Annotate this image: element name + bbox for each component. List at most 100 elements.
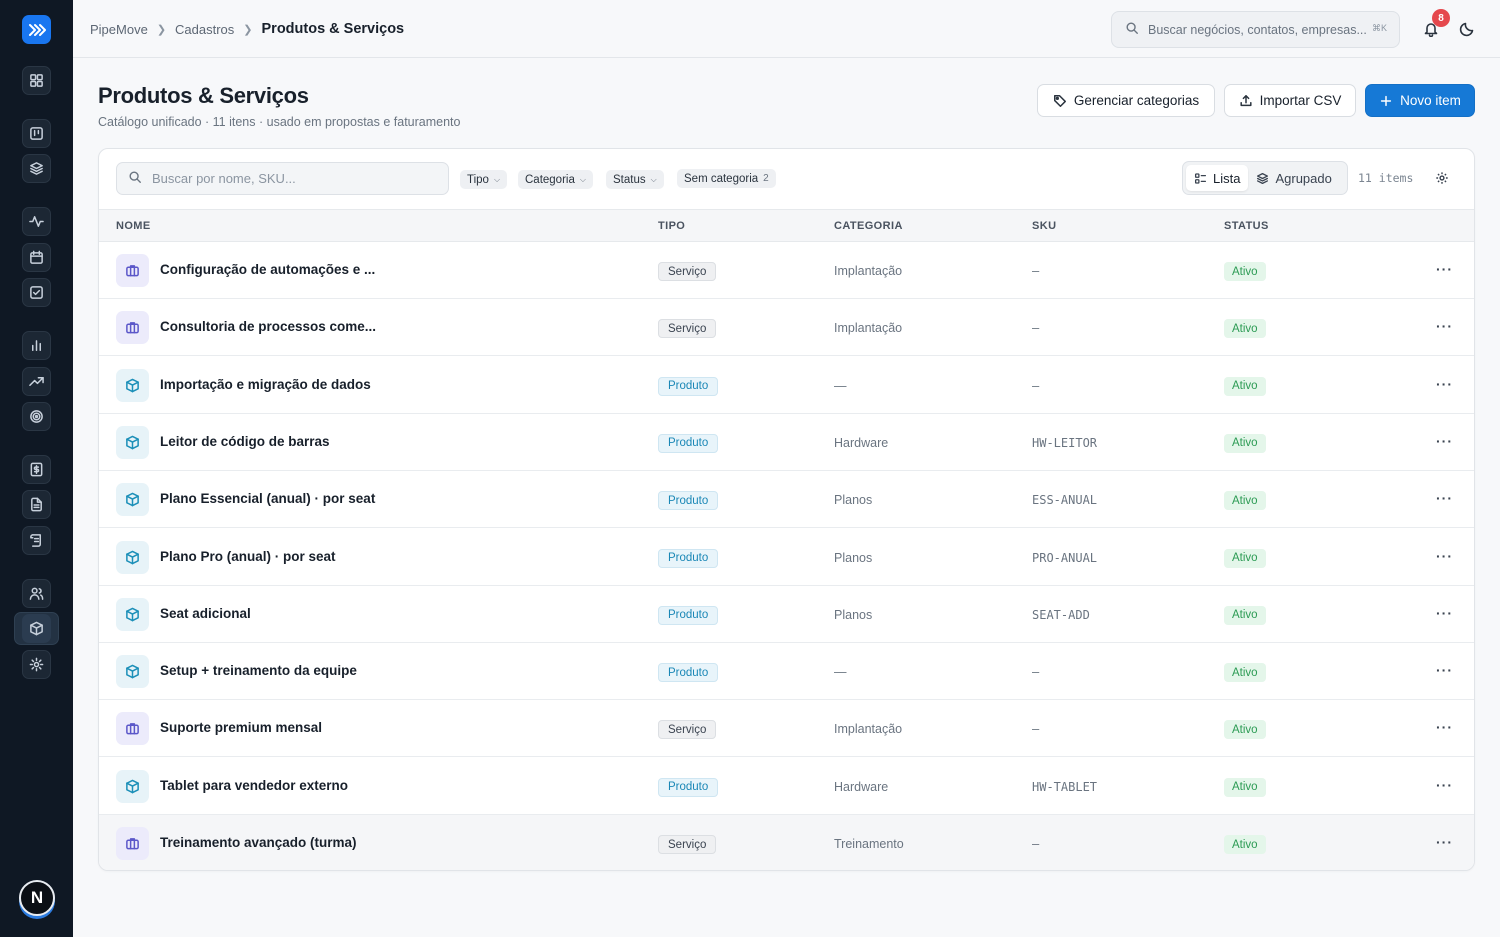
more-options-icon[interactable]: ··· bbox=[1436, 834, 1453, 850]
briefcase-icon bbox=[126, 838, 139, 850]
theme-toggle-button[interactable] bbox=[1456, 18, 1478, 40]
table-row[interactable]: Plano Essencial (anual) · por seat Produt… bbox=[99, 471, 1474, 529]
column-header-category[interactable]: CATEGORIA bbox=[834, 220, 903, 232]
nav-board[interactable] bbox=[22, 119, 51, 148]
nav-calendar[interactable] bbox=[22, 243, 51, 272]
status-badge: Ativo bbox=[1224, 548, 1266, 568]
item-sku: PRO-ANUAL bbox=[1032, 550, 1098, 565]
item-name[interactable]: Configuração de automações e ... bbox=[160, 262, 375, 277]
nav-dashboard[interactable] bbox=[22, 66, 51, 95]
box-icon bbox=[126, 435, 139, 450]
nav-reports[interactable] bbox=[22, 331, 51, 360]
item-name[interactable]: Consultoria de processos come... bbox=[160, 319, 376, 334]
column-header-status[interactable]: STATUS bbox=[1224, 220, 1269, 232]
type-badge: Produto bbox=[658, 605, 719, 625]
import-csv-button[interactable]: Importar CSV bbox=[1224, 84, 1356, 117]
more-options-icon[interactable]: ··· bbox=[1436, 605, 1453, 621]
table-row[interactable]: Importação e migração de dados Produto — — A… bbox=[99, 357, 1474, 414]
product-icon bbox=[116, 483, 149, 517]
table-row[interactable]: Seat adicional Produto Planos SEAT-ADD Ativo… bbox=[99, 586, 1474, 643]
item-category: Planos bbox=[834, 550, 873, 565]
nav-billing[interactable] bbox=[22, 455, 51, 484]
nav-products[interactable] bbox=[14, 612, 59, 645]
table-row[interactable]: Setup + treinamento da equipe Produto — — At… bbox=[99, 643, 1474, 701]
nav-tasks[interactable] bbox=[22, 278, 51, 307]
table-row[interactable]: Configuração de automações e ... Serviço I… bbox=[99, 242, 1474, 299]
invoice-dollar-icon bbox=[30, 462, 43, 477]
item-name[interactable]: Seat adicional bbox=[160, 606, 251, 621]
nav-settings[interactable] bbox=[22, 650, 51, 679]
item-name[interactable]: Setup + treinamento da equipe bbox=[160, 663, 357, 678]
nav-documents[interactable] bbox=[22, 490, 51, 519]
column-header-sku[interactable]: SKU bbox=[1032, 220, 1056, 232]
more-options-icon[interactable]: ··· bbox=[1436, 719, 1453, 735]
gear-icon bbox=[1436, 172, 1448, 184]
more-options-icon[interactable]: ··· bbox=[1436, 548, 1453, 564]
box-icon bbox=[126, 779, 139, 794]
item-name[interactable]: Importação e migração de dados bbox=[160, 377, 371, 392]
new-item-button[interactable]: Novo item bbox=[1365, 84, 1475, 117]
table-row[interactable]: Suporte premium mensal Serviço Implantação… bbox=[99, 700, 1474, 758]
more-options-icon[interactable]: ··· bbox=[1436, 261, 1453, 277]
filter-categoria[interactable]: Categoria ⌵ bbox=[518, 170, 593, 189]
more-options-icon[interactable]: ··· bbox=[1436, 777, 1453, 793]
more-options-icon[interactable]: ··· bbox=[1436, 490, 1453, 506]
table-row[interactable]: Treinamento avançado (turma) Serviço Trein… bbox=[99, 815, 1474, 870]
item-name[interactable]: Tablet para vendedor externo bbox=[160, 778, 348, 793]
item-name[interactable]: Treinamento avançado (turma) bbox=[160, 835, 357, 850]
nav-trends[interactable] bbox=[22, 367, 51, 396]
layers-icon bbox=[1257, 172, 1269, 184]
more-options-icon[interactable]: ··· bbox=[1436, 433, 1453, 449]
catalog-search-input[interactable]: Buscar por nome, SKU... bbox=[116, 162, 449, 195]
upload-icon bbox=[1240, 94, 1252, 106]
new-item-label: Novo item bbox=[1400, 93, 1461, 108]
column-header-name[interactable]: NOME bbox=[116, 220, 151, 232]
view-grouped-option[interactable]: Agrupado bbox=[1248, 165, 1339, 191]
column-header-type[interactable]: TIPO bbox=[658, 220, 685, 232]
item-name[interactable]: Plano Pro (anual) · por seat bbox=[160, 549, 336, 564]
breadcrumb-root[interactable]: PipeMove bbox=[90, 22, 148, 37]
user-avatar[interactable]: N bbox=[19, 880, 55, 916]
item-category: Implantação bbox=[834, 264, 903, 278]
nav-layers[interactable] bbox=[22, 154, 51, 183]
app-logo[interactable] bbox=[22, 15, 51, 44]
nav-goals[interactable] bbox=[22, 402, 51, 431]
item-name[interactable]: Plano Essencial (anual) · por seat bbox=[160, 491, 375, 506]
search-icon bbox=[128, 170, 142, 187]
item-category: — bbox=[834, 378, 847, 393]
table-row[interactable]: Leitor de código de barras Produto Hardwar… bbox=[99, 414, 1474, 471]
more-options-icon[interactable]: ··· bbox=[1436, 376, 1453, 392]
breadcrumb-parent[interactable]: Cadastros bbox=[175, 22, 234, 37]
item-category: Planos bbox=[834, 493, 873, 508]
item-sku: HW-TABLET bbox=[1032, 779, 1098, 794]
plus-icon bbox=[1380, 95, 1392, 106]
filter-uncategorized[interactable]: Sem categoria 2 bbox=[677, 169, 776, 188]
item-sku: — bbox=[1032, 321, 1040, 336]
product-icon bbox=[116, 655, 149, 689]
table-row[interactable]: Plano Pro (anual) · por seat Produto Plano… bbox=[99, 529, 1474, 586]
filter-tipo-label: Tipo bbox=[467, 173, 489, 186]
filter-status-label: Status bbox=[613, 173, 646, 186]
item-sku: — bbox=[1032, 665, 1040, 680]
nav-activity[interactable] bbox=[22, 207, 51, 236]
filter-status[interactable]: Status ⌵ bbox=[606, 170, 664, 189]
chevron-down-icon: ⌵ bbox=[493, 174, 501, 184]
service-icon bbox=[116, 311, 149, 345]
item-sku: — bbox=[1032, 722, 1040, 737]
manage-categories-button[interactable]: Gerenciar categorias bbox=[1037, 84, 1215, 117]
global-search-input[interactable]: Buscar negócios, contatos, empresas... ⌘… bbox=[1111, 11, 1400, 48]
search-shortcut: ⌘K bbox=[1371, 23, 1387, 33]
nav-contracts[interactable] bbox=[22, 526, 51, 555]
view-list-option[interactable]: Lista bbox=[1186, 165, 1249, 191]
board-icon bbox=[30, 127, 43, 140]
filter-tipo[interactable]: Tipo ⌵ bbox=[460, 170, 508, 189]
more-options-icon[interactable]: ··· bbox=[1436, 318, 1453, 334]
table-settings-button[interactable] bbox=[1435, 171, 1449, 188]
table-row[interactable]: Consultoria de processos come... Serviço I… bbox=[99, 299, 1474, 357]
manage-categories-label: Gerenciar categorias bbox=[1073, 93, 1200, 108]
item-name[interactable]: Suporte premium mensal bbox=[160, 720, 322, 735]
item-name[interactable]: Leitor de código de barras bbox=[160, 434, 330, 449]
more-options-icon[interactable]: ··· bbox=[1436, 662, 1453, 678]
nav-contacts[interactable] bbox=[22, 579, 51, 608]
table-row[interactable]: Tablet para vendedor externo Produto Hardw… bbox=[99, 758, 1474, 815]
